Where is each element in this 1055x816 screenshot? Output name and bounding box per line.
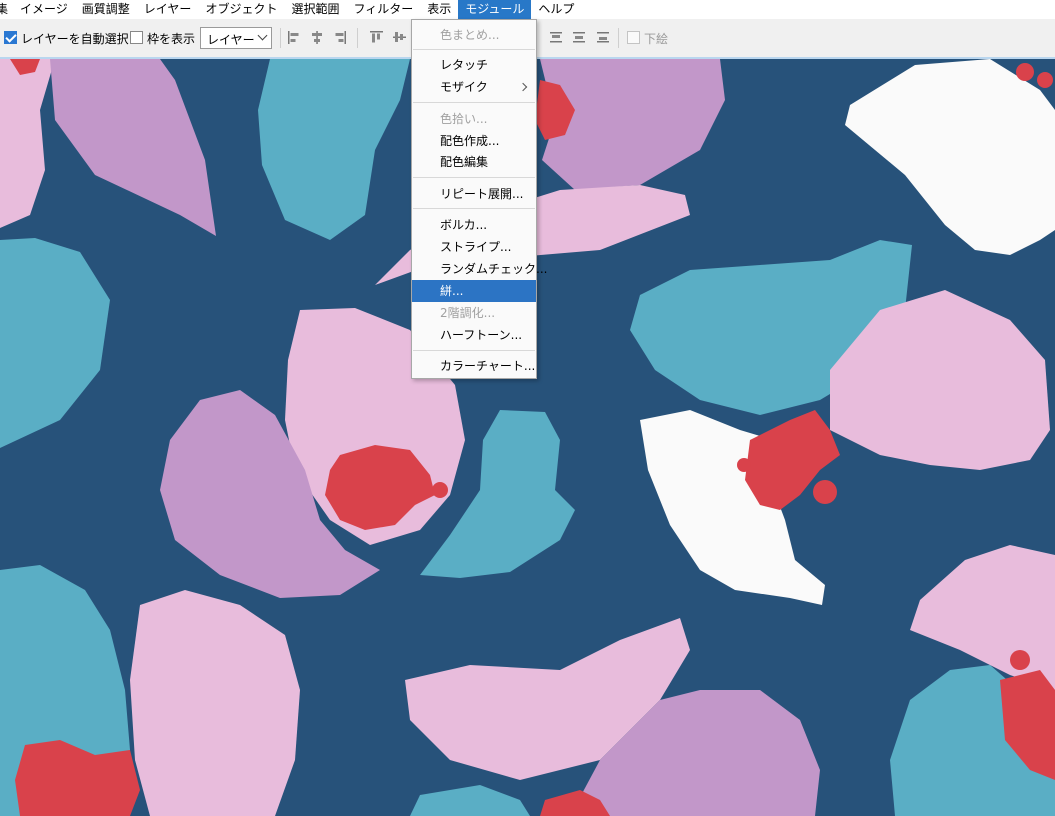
menu-item-polka[interactable]: ボルカ... [412, 214, 536, 236]
bottom-label: 下絵 [644, 32, 669, 46]
layer-select-dropdown[interactable]: レイヤー [200, 27, 272, 49]
menu-item-color-chart[interactable]: カラーチャート... [412, 355, 536, 377]
auto-select-checkbox[interactable] [4, 31, 17, 44]
menu-item-mosaic-label: モザイク [440, 80, 488, 94]
menu-filter[interactable]: フィルター [346, 0, 420, 19]
menu-module[interactable]: モジュール [458, 0, 532, 19]
align-top-icon[interactable] [369, 30, 383, 45]
chevron-down-icon [257, 30, 268, 41]
menu-item-palette-edit[interactable]: 配色編集 [412, 151, 536, 173]
menu-image[interactable]: イメージ [13, 0, 75, 19]
auto-select-label: レイヤーを自動選択 [21, 32, 129, 46]
menu-object[interactable]: オブジェクト [198, 0, 284, 19]
menu-separator [413, 350, 535, 351]
menu-help[interactable]: ヘルプ [531, 0, 581, 19]
menu-item-color-pick: 色拾い... [440, 112, 488, 126]
menu-bar: 集 イメージ 画質調整 レイヤー オブジェクト 選択範囲 フィルター 表示 モジ… [0, 0, 1055, 19]
menu-item-two-tone: 2階調化... [440, 306, 496, 320]
show-frame-checkbox[interactable] [130, 31, 143, 44]
distribute-center-icon[interactable] [572, 30, 586, 45]
menu-item-mosaic[interactable]: モザイク [412, 76, 536, 98]
toolbar-divider [618, 28, 619, 48]
menu-adjust[interactable]: 画質調整 [75, 0, 137, 19]
menu-view[interactable]: 表示 [420, 0, 458, 19]
align-left-icon[interactable] [287, 30, 301, 45]
toolbar-divider [357, 28, 358, 48]
menu-item-stripe[interactable]: ストライプ... [412, 236, 536, 258]
bottom-checkbox[interactable] [627, 31, 640, 44]
menu-layer[interactable]: レイヤー [137, 0, 199, 19]
distribute-bottom-icon[interactable] [596, 30, 610, 45]
menu-item-random-check[interactable]: ランダムチェック... [412, 258, 547, 280]
module-menu-dropdown: 色まとめ... レタッチ モザイク 色拾い... 配色作成... 配色編集 リピ… [411, 19, 547, 379]
toolbar-divider [280, 28, 281, 48]
menu-edit[interactable]: 集 [0, 0, 13, 19]
menu-item-repeat[interactable]: リピート展開... [412, 183, 536, 205]
menu-item-palette-create[interactable]: 配色作成... [412, 130, 536, 152]
align-right-icon[interactable] [333, 30, 347, 45]
menu-item-halftone[interactable]: ハーフトーン... [412, 324, 536, 346]
menu-separator [413, 177, 535, 178]
chevron-right-icon [518, 82, 528, 92]
menu-separator [413, 208, 535, 209]
menu-separator [413, 49, 535, 50]
menu-item-kasuri[interactable]: 絣... [412, 280, 536, 302]
menu-select[interactable]: 選択範囲 [284, 0, 346, 19]
distribute-top-icon[interactable] [549, 30, 563, 45]
show-frame-label: 枠を表示 [147, 32, 196, 46]
menu-separator [413, 102, 535, 103]
menu-item-retouch[interactable]: レタッチ [412, 54, 536, 76]
align-center-vertical-icon[interactable] [392, 30, 406, 45]
layer-select-value: レイヤー [207, 33, 255, 47]
align-center-horizontal-icon[interactable] [310, 30, 324, 45]
menu-item-color-merge: 色まとめ... [440, 28, 500, 42]
